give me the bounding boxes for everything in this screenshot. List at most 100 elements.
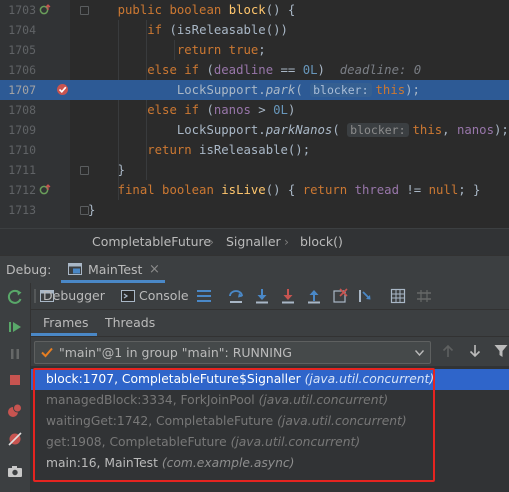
line-number: 1707 [8, 83, 36, 97]
breadcrumb-item-class[interactable]: CompletableFuture [92, 229, 211, 255]
session-tab-label[interactable]: MainTest [88, 256, 142, 283]
code-line[interactable]: 1711 } [0, 160, 509, 180]
thread-selector-value: "main"@1 in group "main": RUNNING [59, 345, 292, 360]
resume-icon[interactable] [5, 317, 25, 337]
frame-item[interactable]: get:1908, CompletableFuture (java.util.c… [31, 432, 509, 453]
frame-method: managedBlock:3334, ForkJoinPool [46, 393, 255, 407]
line-number: 1705 [8, 43, 36, 57]
trace-current-stream-icon[interactable] [415, 287, 433, 305]
line-number: 1708 [8, 103, 36, 117]
evaluate-expression-icon[interactable] [389, 287, 407, 305]
code-text: LockSupport.parkNanos( blocker: this, nan… [88, 123, 509, 137]
frame-method: waitingGet:1742, CompletableFuture [46, 414, 274, 428]
frame-method: block:1707, CompletableFuture$Signaller [46, 372, 301, 386]
line-number: 1709 [8, 123, 36, 137]
thread-selector-dropdown[interactable]: "main"@1 in group "main": RUNNING [34, 341, 431, 364]
code-text: LockSupport.park( blocker: this); [88, 83, 420, 97]
breadcrumb: CompletableFuture › Signaller › block() [0, 228, 509, 255]
close-tab-icon[interactable]: × [149, 256, 160, 283]
code-text: else if (deadline == 0L) deadline: 0 [147, 63, 422, 77]
line-number: 1711 [8, 163, 36, 177]
code-line[interactable]: 1704 if (isReleasable()) [0, 20, 509, 40]
frame-method: main:16, MainTest [46, 456, 158, 470]
run-config-icon [68, 263, 82, 275]
active-subtab-indicator [31, 333, 97, 336]
camera-icon[interactable] [5, 461, 25, 481]
frame-item-selected[interactable]: block:1707, CompletableFuture$Signaller … [31, 369, 509, 390]
code-text: return isReleasable(); [147, 143, 311, 157]
frames-list[interactable]: block:1707, CompletableFuture$Signaller … [31, 366, 509, 492]
parameter-hint: blocker: [310, 83, 372, 97]
checkmark-icon [41, 347, 53, 358]
breadcrumb-item-inner-class[interactable]: Signaller [226, 229, 281, 255]
debugger-toolbar: Debugger Console [31, 283, 509, 310]
stop-icon[interactable] [5, 370, 25, 390]
implementing-method-icon[interactable] [39, 4, 51, 16]
code-line[interactable]: 1706 else if (deadline == 0L) deadline: … [0, 60, 509, 80]
code-line[interactable]: 1703 public boolean block() { [0, 0, 509, 20]
tab-threads[interactable]: Threads [105, 310, 155, 336]
tab-console[interactable]: Console [139, 283, 189, 309]
chevron-down-icon [415, 350, 424, 356]
breadcrumb-item-method[interactable]: block() [300, 229, 343, 255]
code-editor[interactable]: 1703 public boolean block() { 1704 if (i… [0, 0, 509, 228]
inline-debug-value: deadline: 0 [339, 63, 422, 77]
breakpoint-icon[interactable] [56, 83, 69, 96]
line-number: 1706 [8, 63, 36, 77]
frame-item[interactable]: main:16, MainTest (com.example.async) [31, 453, 509, 474]
code-text: } [88, 163, 126, 177]
code-line[interactable]: 1710 return isReleasable(); [0, 140, 509, 160]
mute-breakpoints-icon[interactable] [5, 429, 25, 449]
thread-selector-row: "main"@1 in group "main": RUNNING [31, 337, 509, 366]
current-execution-line[interactable]: 1707 LockSupport.park( blocker: this); [0, 80, 509, 100]
frame-item[interactable]: waitingGet:1742, CompletableFuture (java… [31, 411, 509, 432]
arrow-down-icon[interactable] [468, 344, 482, 358]
arrow-up-icon[interactable] [441, 344, 455, 358]
frame-package: (java.util.concurrent) [230, 435, 361, 449]
breadcrumb-separator: › [284, 234, 289, 249]
pause-icon[interactable] [5, 344, 25, 364]
code-text: public boolean block() { [117, 3, 296, 17]
line-number: 1704 [8, 23, 36, 37]
run-to-cursor-icon[interactable] [357, 287, 375, 305]
parameter-hint: blocker: [347, 123, 409, 137]
frame-method: get:1908, CompletableFuture [46, 435, 227, 449]
implementing-method-icon[interactable] [39, 184, 51, 196]
frame-package: (java.util.concurrent) [304, 372, 435, 386]
line-number: 1710 [8, 143, 36, 157]
line-number: 1712 [8, 183, 36, 197]
step-out-icon[interactable] [305, 287, 323, 305]
filter-icon[interactable] [494, 344, 508, 358]
tab-debugger[interactable]: Debugger [43, 283, 105, 309]
code-line[interactable]: 1713 } [0, 200, 509, 220]
debug-side-toolbar [0, 283, 31, 492]
code-text: if (isReleasable()) [147, 23, 288, 37]
code-text: final boolean isLive() { return thread !… [117, 183, 481, 197]
breadcrumb-separator: › [209, 234, 214, 249]
code-text: else if (nanos > 0L) [147, 103, 296, 117]
frame-item[interactable]: managedBlock:3334, ForkJoinPool (java.ut… [31, 390, 509, 411]
rerun-icon[interactable] [5, 287, 25, 307]
force-step-into-icon[interactable] [279, 287, 297, 305]
show-execution-point-icon[interactable] [195, 287, 213, 305]
code-line[interactable]: 1709 LockSupport.parkNanos( blocker: this… [0, 120, 509, 140]
code-line[interactable]: 1712 final boolean isLive() { return thr… [0, 180, 509, 200]
frame-package: (com.example.async) [161, 456, 295, 470]
drop-frame-icon[interactable] [331, 287, 349, 305]
code-line[interactable]: 1708 else if (nanos > 0L) [0, 100, 509, 120]
console-icon [121, 290, 135, 302]
line-number: 1713 [8, 203, 36, 217]
code-text: } [88, 203, 96, 217]
step-over-icon[interactable] [227, 287, 245, 305]
line-number: 1703 [8, 3, 36, 17]
toolbar-grip-icon [34, 289, 36, 303]
frames-threads-tabs: Frames Threads [31, 310, 509, 337]
frame-package: (java.util.concurrent) [258, 393, 389, 407]
frame-package: (java.util.concurrent) [277, 414, 407, 428]
code-text: return true; [176, 43, 266, 57]
debug-tool-window-header: Debug: MainTest × [0, 255, 509, 284]
step-into-icon[interactable] [253, 287, 271, 305]
debug-label: Debug: [6, 262, 52, 277]
code-line[interactable]: 1705 return true; [0, 40, 509, 60]
view-breakpoints-icon[interactable] [5, 401, 25, 421]
